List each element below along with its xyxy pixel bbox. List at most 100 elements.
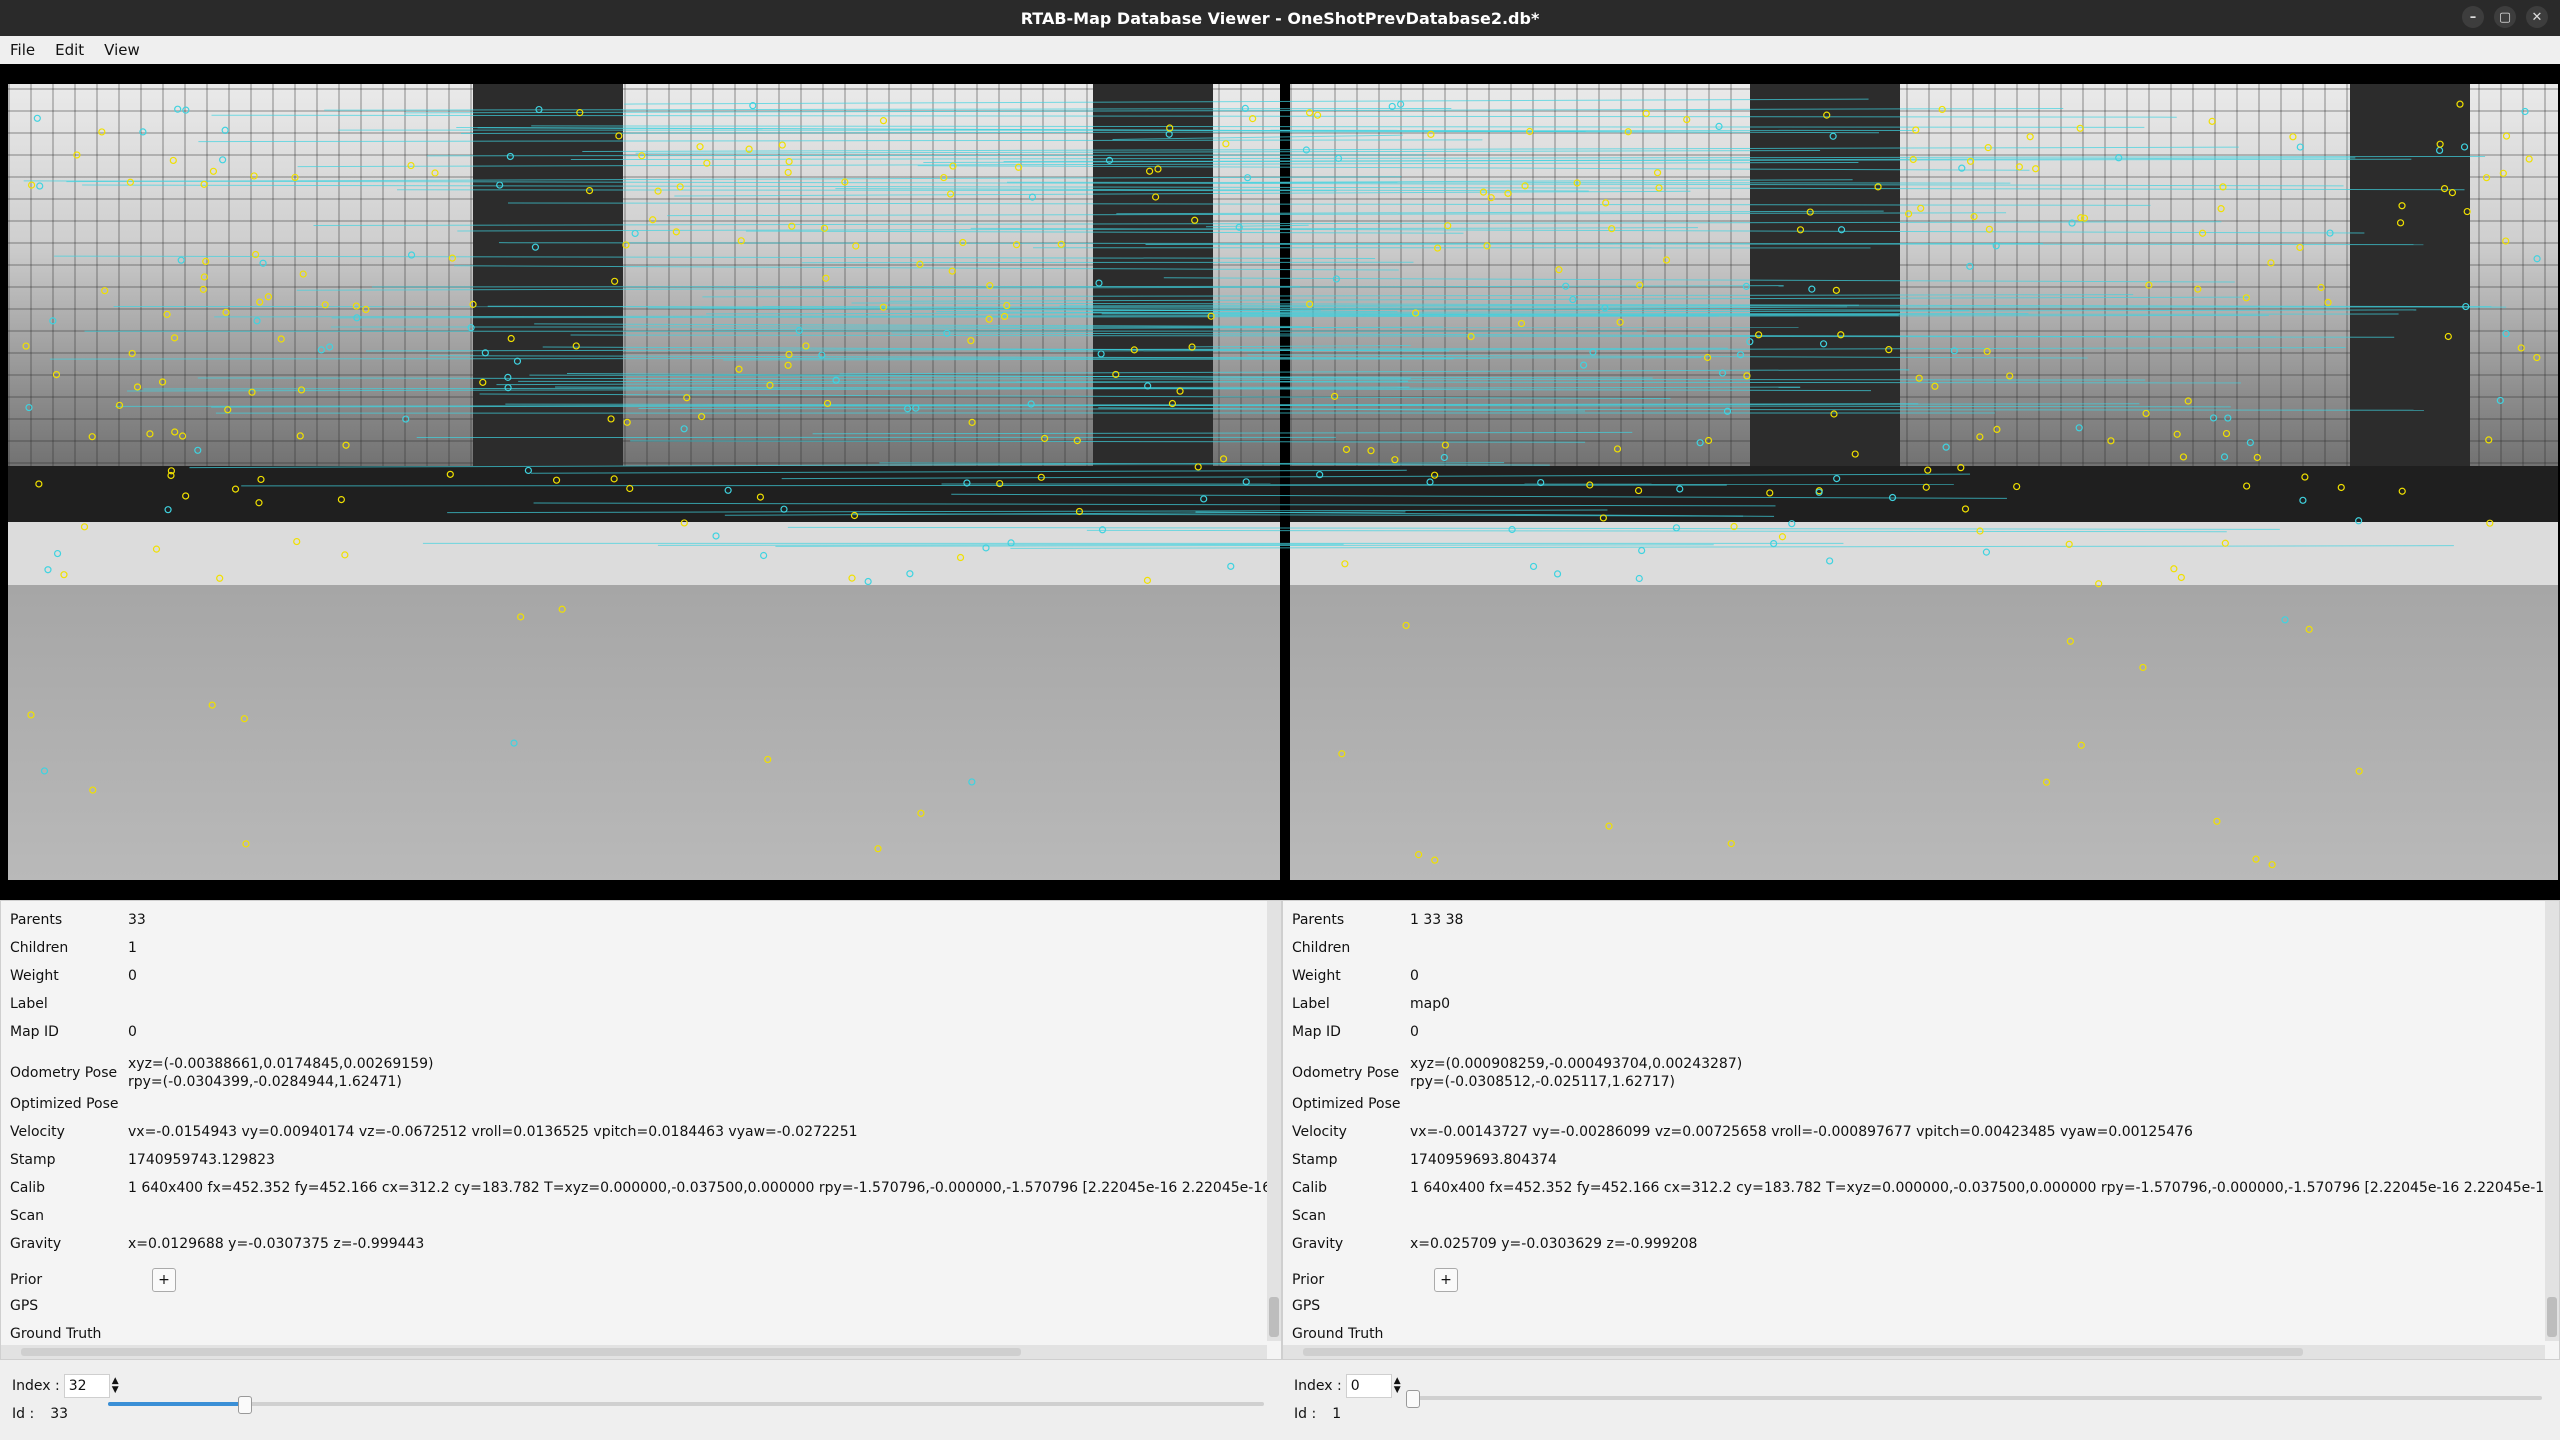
prior-label: Prior bbox=[10, 1272, 43, 1288]
keypoint bbox=[25, 403, 33, 412]
keypoint bbox=[2463, 207, 2471, 216]
gps-label: GPS bbox=[1292, 1298, 1321, 1314]
scan-label: Scan bbox=[1292, 1208, 1327, 1224]
stamp-value: 1740959693.804374 bbox=[1410, 1152, 1557, 1168]
keypoint bbox=[182, 492, 190, 500]
keypoint bbox=[2435, 146, 2444, 154]
index-slider[interactable] bbox=[108, 1396, 1264, 1414]
index-slider[interactable] bbox=[1406, 1390, 2542, 1408]
prior-expand-button[interactable]: + bbox=[152, 1268, 176, 1292]
gravity-value: x=0.0129688 y=-0.0307375 z=-0.999443 bbox=[128, 1236, 425, 1252]
keypoint bbox=[2253, 453, 2261, 462]
keypoint bbox=[89, 786, 97, 794]
keypoint bbox=[946, 190, 955, 198]
parents-value: 1 33 38 bbox=[1410, 912, 1464, 928]
keypoint bbox=[1636, 281, 1644, 289]
keypoint bbox=[2502, 237, 2510, 245]
keypoint bbox=[552, 476, 561, 484]
keypoint bbox=[1517, 319, 1526, 328]
keypoint bbox=[2301, 473, 2309, 481]
slider-handle[interactable] bbox=[1406, 1390, 1420, 1408]
chevron-down-icon[interactable]: ▼ bbox=[1394, 1386, 1401, 1395]
keypoint bbox=[1430, 471, 1439, 479]
map-id-label: Map ID bbox=[10, 1024, 59, 1040]
keypoint bbox=[2077, 741, 2085, 749]
keypoint bbox=[1367, 447, 1375, 455]
keypoint bbox=[2398, 202, 2406, 210]
odometry-pose-rpy: rpy=(-0.0308512,-0.025117,1.62717) bbox=[1410, 1074, 1675, 1090]
index-spinbox[interactable]: 32 bbox=[63, 1374, 110, 1398]
keypoint bbox=[128, 349, 136, 358]
label-label: Label bbox=[10, 996, 48, 1012]
keypoint bbox=[968, 418, 976, 426]
keypoint bbox=[2076, 124, 2084, 132]
keypoint bbox=[2145, 281, 2153, 289]
index-spinbox[interactable]: 0 bbox=[1345, 1374, 1392, 1398]
keypoint bbox=[88, 433, 96, 441]
vertical-scrollbar[interactable] bbox=[1267, 901, 1281, 1341]
keypoint bbox=[2398, 487, 2406, 495]
keypoint bbox=[299, 270, 307, 278]
calib-value: 1 640x400 fx=452.352 fy=452.166 cx=312.2… bbox=[1410, 1180, 2560, 1196]
menu-view[interactable]: View bbox=[94, 41, 150, 59]
close-icon[interactable]: ✕ bbox=[2526, 6, 2548, 28]
keypoint bbox=[101, 287, 109, 295]
chevron-down-icon[interactable]: ▼ bbox=[112, 1386, 119, 1395]
feature-match-line bbox=[745, 230, 1464, 234]
keypoint bbox=[2268, 861, 2276, 869]
keypoint bbox=[296, 432, 304, 440]
keypoint bbox=[152, 545, 161, 553]
feature-match-line bbox=[479, 393, 1671, 400]
menu-file[interactable]: File bbox=[0, 41, 45, 59]
odometry-pose-xyz: xyz=(0.000908259,-0.000493704,0.00243287… bbox=[1410, 1056, 1743, 1072]
keypoint bbox=[724, 486, 732, 494]
keypoint bbox=[163, 310, 171, 318]
keypoint bbox=[259, 259, 267, 267]
keypoint bbox=[1057, 240, 1065, 248]
keypoint bbox=[146, 430, 154, 438]
minimize-icon[interactable]: – bbox=[2462, 6, 2484, 28]
keypoint bbox=[1529, 562, 1538, 571]
keypoint bbox=[2217, 205, 2225, 213]
keypoint bbox=[1942, 443, 1950, 451]
velocity-label: Velocity bbox=[1292, 1124, 1347, 1140]
keypoint bbox=[1885, 346, 1893, 354]
stamp-value: 1740959743.129823 bbox=[128, 1152, 275, 1168]
keypoint bbox=[1746, 338, 1754, 346]
keypoint bbox=[1982, 548, 1991, 556]
prior-expand-button[interactable]: + bbox=[1434, 1268, 1458, 1292]
keypoint bbox=[1553, 570, 1562, 578]
keypoint bbox=[2177, 573, 2185, 582]
keypoint bbox=[1441, 441, 1449, 449]
keypoint bbox=[683, 394, 691, 402]
odometry-pose-label: Odometry Pose bbox=[1292, 1065, 1400, 1081]
feature-match-line bbox=[54, 255, 1376, 259]
left-node-info-panel[interactable]: Parents 33 Children 1 Weight 0 Label Map ID… bbox=[0, 900, 1282, 1360]
feature-match-line bbox=[534, 323, 1311, 327]
maximize-icon[interactable]: ▢ bbox=[2494, 6, 2516, 28]
menu-edit[interactable]: Edit bbox=[45, 41, 94, 59]
keypoint bbox=[2517, 344, 2525, 352]
gps-label: GPS bbox=[10, 1298, 39, 1314]
right-node-info-panel[interactable]: Parents 1 33 38 Children Weight 0 Label map… bbox=[1282, 900, 2560, 1360]
slider-handle[interactable] bbox=[238, 1396, 253, 1414]
keypoint bbox=[2208, 117, 2216, 125]
keypoint bbox=[2221, 539, 2229, 547]
keypoint bbox=[1028, 193, 1037, 201]
keypoint bbox=[680, 425, 688, 433]
image-view[interactable] bbox=[0, 64, 2560, 900]
vertical-scrollbar[interactable] bbox=[2545, 901, 2559, 1341]
horizontal-scrollbar[interactable] bbox=[1, 1345, 1267, 1359]
keypoint bbox=[1976, 433, 1984, 441]
keypoint bbox=[1806, 208, 1814, 216]
feature-match-line bbox=[454, 265, 1399, 271]
horizontal-scrollbar[interactable] bbox=[1283, 1345, 2545, 1359]
label-label: Label bbox=[1292, 996, 1330, 1012]
keypoint bbox=[2533, 255, 2541, 263]
keypoint bbox=[2396, 219, 2405, 227]
keypoint bbox=[1313, 111, 1322, 119]
prior-label: Prior bbox=[1292, 1272, 1325, 1288]
feature-match-line bbox=[531, 125, 2145, 128]
parents-value: 33 bbox=[128, 912, 146, 928]
keypoint bbox=[177, 256, 185, 264]
